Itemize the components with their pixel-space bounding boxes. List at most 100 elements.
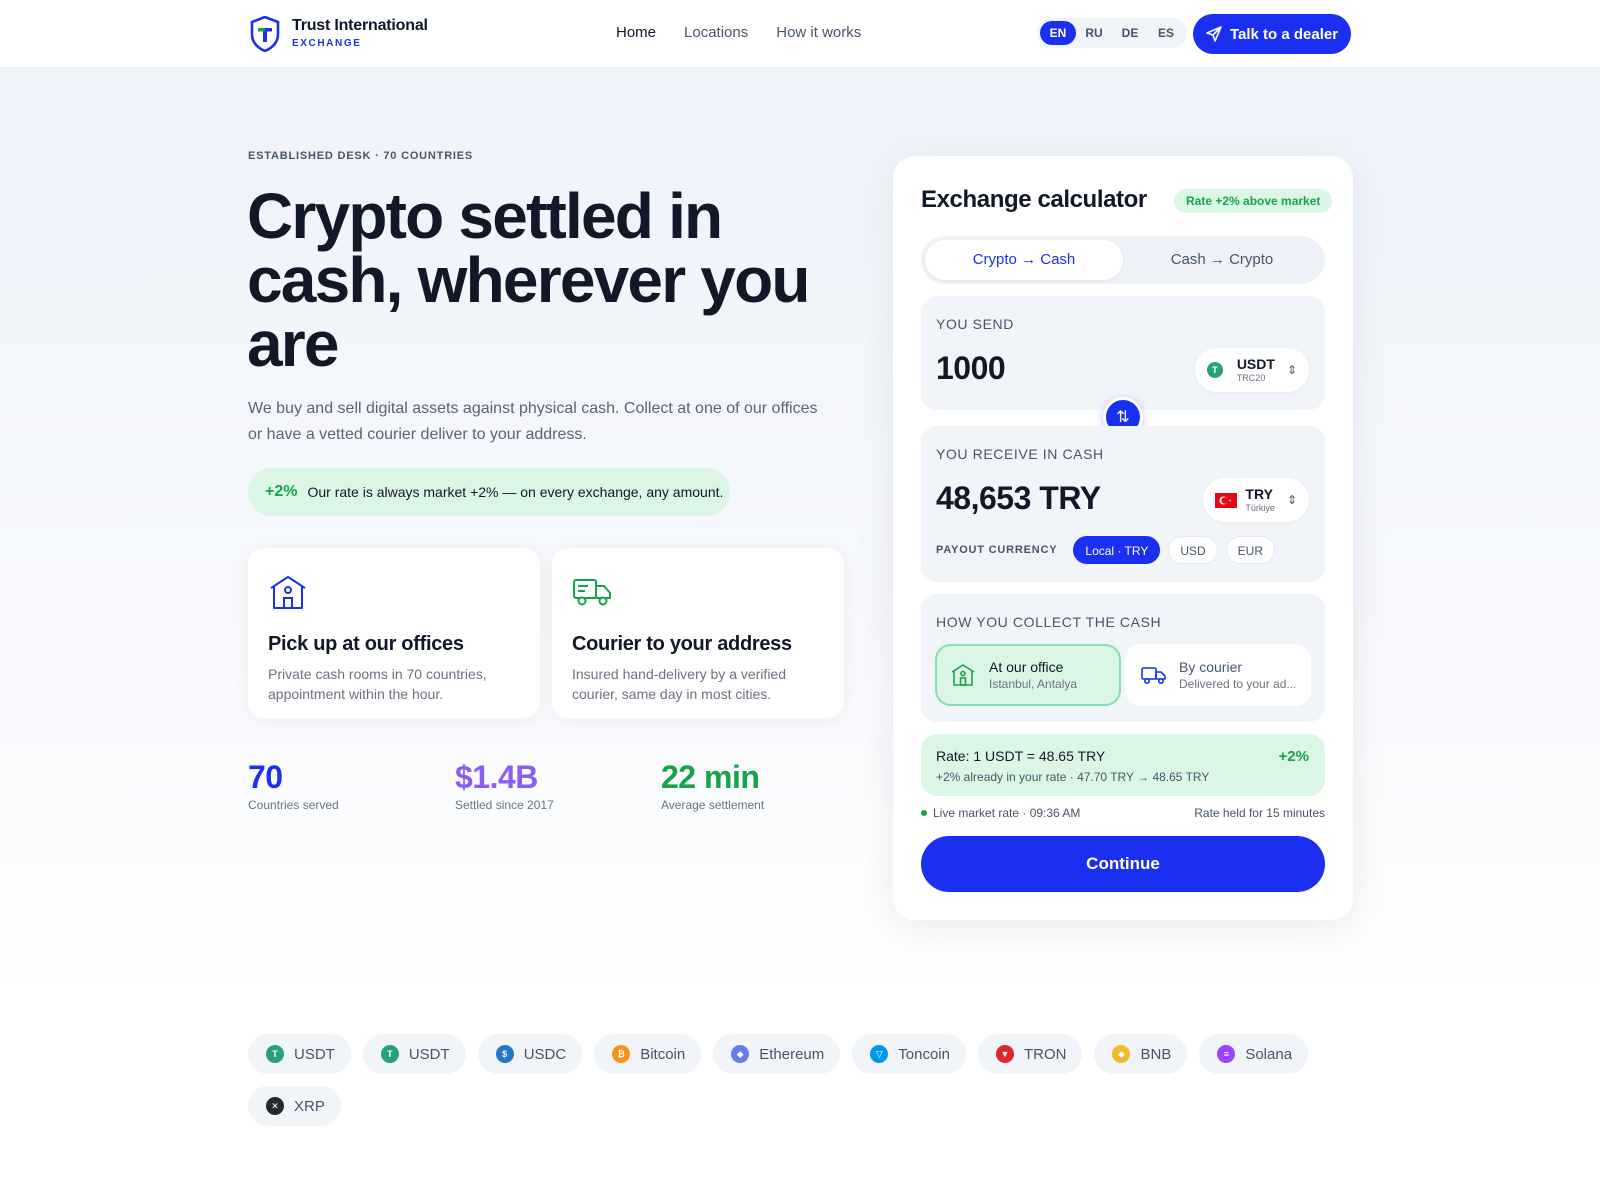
send-icon (1206, 26, 1222, 42)
usdt-icon: T (1206, 362, 1223, 378)
rate-highlight-pct: +2% (265, 483, 298, 500)
receive-panel: YOU RECEIVE IN CASH 48,653 TRY TRY Türki… (921, 426, 1325, 582)
token-chip[interactable]: ◆ BNB (1094, 1034, 1188, 1074)
send-label: YOU SEND (936, 316, 1014, 332)
collect-label: HOW YOU COLLECT THE CASH (936, 614, 1162, 630)
payout-local-try[interactable]: Local · TRY (1073, 536, 1161, 564)
token-chip[interactable]: ▼ TRON (977, 1034, 1083, 1074)
stat-countries: 70 Countries served (248, 758, 339, 812)
token-chip[interactable]: ▽ Toncoin (852, 1034, 966, 1074)
receive-currency-code: TRY (1245, 485, 1273, 502)
hero-title: Crypto settled in cash, wherever you are (247, 180, 810, 380)
token-icon: ◆ (1112, 1045, 1131, 1063)
brand-subtitle: EXCHANGE (292, 38, 362, 49)
token-chip[interactable]: T USDT (248, 1034, 351, 1074)
hero-description: We buy and sell digital assets against p… (248, 400, 818, 443)
logo[interactable]: Trust International EXCHANGE (250, 16, 428, 52)
supported-tokens: T USDT T USDT $ USDC ₿ Bitcoin ◆ Ethereum ▽ Toncoin… (248, 1034, 1328, 1126)
turkey-flag-icon (1215, 492, 1238, 508)
payout-currency-row: PAYOUT CURRENCY Local · TRY USD EUR (936, 536, 1276, 564)
payout-eur[interactable]: EUR (1225, 536, 1276, 564)
receive-currency-country: Türkiye (1245, 502, 1275, 513)
stat-settled: $1.4B Settled since 2017 (455, 758, 554, 812)
lang-en[interactable]: EN (1040, 21, 1076, 45)
lang-ru[interactable]: RU (1076, 21, 1112, 45)
token-chip[interactable]: $ USDC (477, 1034, 583, 1074)
token-name: BNB (1140, 1045, 1172, 1063)
office-building-icon (270, 576, 306, 609)
send-token-selector[interactable]: T USDT TRC20 ⇕ (1194, 348, 1309, 392)
rate-badge: Rate +2% above market (1174, 189, 1333, 213)
chevron-updown-icon: ⇕ (1286, 493, 1297, 507)
stat-settled-label: Settled since 2017 (455, 798, 554, 812)
collect-courier-sub: Delivered to your ad... (1179, 677, 1297, 691)
feature-card-courier: Courier to your address Insured hand-del… (552, 548, 844, 718)
lang-de[interactable]: DE (1112, 21, 1148, 45)
token-icon: ≡ (1217, 1045, 1236, 1063)
token-chip[interactable]: T USDT (362, 1034, 466, 1074)
site-header: Trust International EXCHANGE Home Locati… (0, 0, 1600, 68)
direction-tabs: Crypto → Cash Cash → Crypto (921, 236, 1325, 284)
swap-arrows-icon: ⇅ (1116, 409, 1130, 426)
token-chip[interactable]: ₿ Bitcoin (594, 1034, 702, 1074)
brand-name: Trust International (292, 17, 428, 34)
collect-panel: HOW YOU COLLECT THE CASH At our office I… (921, 594, 1325, 722)
nav-how-it-works[interactable]: How it works (776, 24, 861, 41)
stat-countries-label: Countries served (248, 798, 339, 812)
stat-countries-value: 70 (248, 759, 283, 795)
token-icon: ◆ (731, 1045, 750, 1063)
feature-office-text: Private cash rooms in 70 countries, appo… (268, 666, 487, 702)
live-rate-text: Live market rate · 09:36 AM (933, 806, 1081, 820)
nav-home[interactable]: Home (616, 24, 656, 41)
feature-courier-title: Courier to your address (572, 633, 792, 655)
stat-settlement-time: 22 min Average settlement (661, 758, 764, 812)
payout-currency-label: PAYOUT CURRENCY (936, 544, 1058, 556)
live-dot-icon (921, 810, 927, 816)
collect-office-title: At our office (989, 659, 1064, 675)
token-name: USDC (523, 1045, 567, 1063)
feature-card-office: Pick up at our offices Private cash room… (248, 548, 540, 718)
feature-office-title: Pick up at our offices (268, 633, 464, 655)
send-amount-input[interactable]: 1000 (936, 350, 1006, 387)
receive-currency-selector[interactable]: TRY Türkiye ⇕ (1203, 478, 1309, 522)
rate-summary: Rate: 1 USDT = 48.65 TRY +2% already in … (921, 734, 1325, 796)
calculator-title: Exchange calculator (921, 186, 1147, 213)
talk-to-dealer-button[interactable]: Talk to a dealer (1193, 14, 1351, 54)
token-name: Bitcoin (640, 1045, 686, 1063)
nav-locations[interactable]: Locations (684, 24, 748, 41)
token-name: XRP (294, 1097, 325, 1115)
token-name: Toncoin (898, 1045, 950, 1063)
exchange-calculator: Exchange calculator Rate +2% above marke… (893, 156, 1353, 920)
stat-settlement-value: 22 min (661, 759, 760, 795)
tab-crypto-to-cash[interactable]: Crypto → Cash (925, 240, 1123, 280)
collect-at-office-option[interactable]: At our office Istanbul, Antalya (935, 644, 1121, 706)
tab-cash-to-crypto[interactable]: Cash → Crypto (1123, 240, 1321, 280)
shield-logo-icon (250, 16, 280, 52)
lang-es[interactable]: ES (1148, 21, 1184, 45)
token-name: Solana (1245, 1045, 1293, 1063)
token-name: Ethereum (759, 1045, 825, 1063)
continue-button[interactable]: Continue (921, 836, 1325, 892)
token-name: USDT (408, 1045, 450, 1063)
send-panel: YOU SEND 1000 T USDT TRC20 ⇕ (921, 296, 1325, 410)
hero-eyebrow: ESTABLISHED DESK · 70 COUNTRIES (248, 150, 474, 162)
token-icon: ▼ (995, 1045, 1014, 1063)
token-name: USDT (294, 1045, 335, 1063)
main-nav: Home Locations How it works (616, 24, 861, 41)
collect-by-courier-option[interactable]: By courier Delivered to your ad... (1125, 644, 1311, 706)
payout-usd[interactable]: USD (1168, 536, 1218, 564)
office-building-icon (951, 664, 975, 686)
rate-held-text: Rate held for 15 minutes (1194, 806, 1325, 820)
stat-settlement-label: Average settlement (661, 798, 765, 812)
token-icon: T (380, 1045, 399, 1063)
talk-to-dealer-label: Talk to a dealer (1229, 25, 1339, 43)
token-chip[interactable]: ◆ Ethereum (713, 1034, 841, 1074)
token-icon: ₿ (612, 1045, 631, 1063)
language-switcher: EN RU DE ES (1037, 18, 1187, 48)
rate-highlight-text: Our rate is always market +2% — on every… (307, 484, 724, 500)
receive-amount: 48,653 TRY (936, 480, 1101, 516)
send-token-network: TRC20 (1236, 372, 1266, 383)
token-chip[interactable]: ✕ XRP (248, 1086, 341, 1126)
rate-summary-pct: +2% (1278, 748, 1309, 765)
token-chip[interactable]: ≡ Solana (1199, 1034, 1309, 1074)
